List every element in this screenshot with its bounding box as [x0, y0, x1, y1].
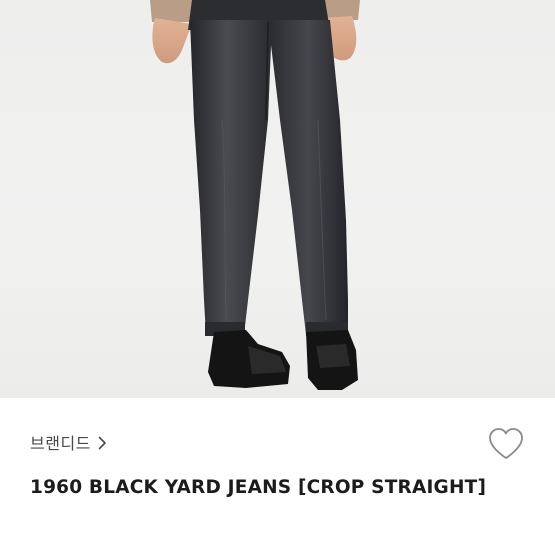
wishlist-heart-icon[interactable]	[487, 427, 525, 461]
product-info: 브랜디드 1960 BLACK YARD JEANS [CROP STRAIGH…	[0, 398, 555, 555]
product-title: 1960 BLACK YARD JEANS [CROP STRAIGHT]	[30, 477, 487, 498]
jeans-model-image	[150, 0, 360, 390]
product-photo	[0, 0, 555, 398]
brand-label: 브랜디드	[30, 434, 91, 453]
brand-link[interactable]: 브랜디드	[30, 430, 107, 454]
chevron-right-icon	[98, 435, 107, 450]
